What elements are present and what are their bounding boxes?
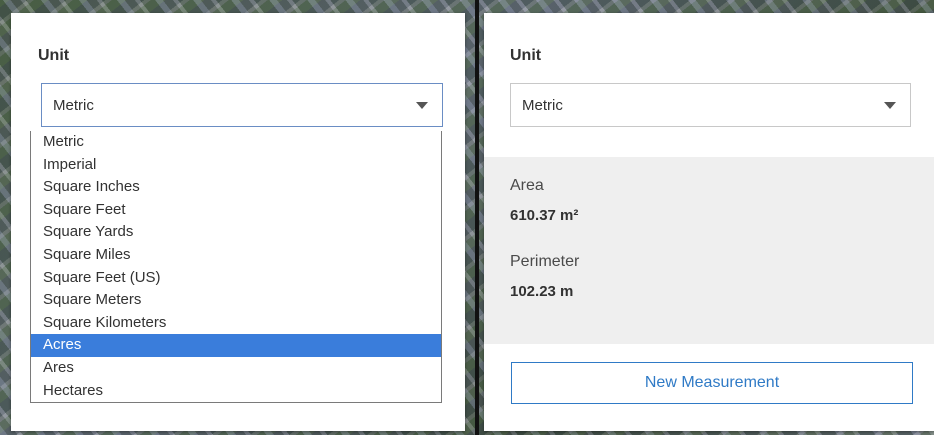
area-value: 610.37 m² xyxy=(510,207,579,224)
unit-label: Unit xyxy=(510,47,542,64)
caret-down-icon xyxy=(416,102,428,109)
unit-option[interactable]: Hectares xyxy=(31,380,441,403)
unit-option[interactable]: Square Inches xyxy=(31,176,441,199)
perimeter-value: 102.23 m xyxy=(510,283,574,300)
unit-option[interactable]: Square Yards xyxy=(31,221,441,244)
unit-option[interactable]: Square Feet (US) xyxy=(31,267,441,290)
unit-option[interactable]: Acres xyxy=(31,334,441,357)
unit-option[interactable]: Square Kilometers xyxy=(31,312,441,335)
unit-option[interactable]: Square Feet xyxy=(31,199,441,222)
new-measurement-button[interactable]: New Measurement xyxy=(511,362,913,404)
area-label: Area xyxy=(510,177,544,194)
measurement-panel-right: Unit Metric Area 610.37 m² Perimeter 102… xyxy=(484,13,934,431)
unit-option[interactable]: Square Miles xyxy=(31,244,441,267)
unit-select-value: Metric xyxy=(53,97,94,114)
unit-option[interactable]: Metric xyxy=(31,131,441,154)
unit-option[interactable]: Ares xyxy=(31,357,441,380)
unit-label: Unit xyxy=(38,47,70,64)
caret-down-icon xyxy=(884,102,896,109)
unit-select[interactable]: Metric xyxy=(41,83,443,127)
image-divider xyxy=(475,0,479,435)
measurement-results: Area 610.37 m² Perimeter 102.23 m xyxy=(484,157,934,344)
unit-option[interactable]: Square Meters xyxy=(31,289,441,312)
perimeter-label: Perimeter xyxy=(510,253,580,270)
unit-option[interactable]: Imperial xyxy=(31,154,441,177)
unit-dropdown-list[interactable]: Metric Imperial Square Inches Square Feet Sq… xyxy=(30,131,442,404)
unit-select-value: Metric xyxy=(522,97,563,114)
unit-select[interactable]: Metric xyxy=(510,83,911,127)
